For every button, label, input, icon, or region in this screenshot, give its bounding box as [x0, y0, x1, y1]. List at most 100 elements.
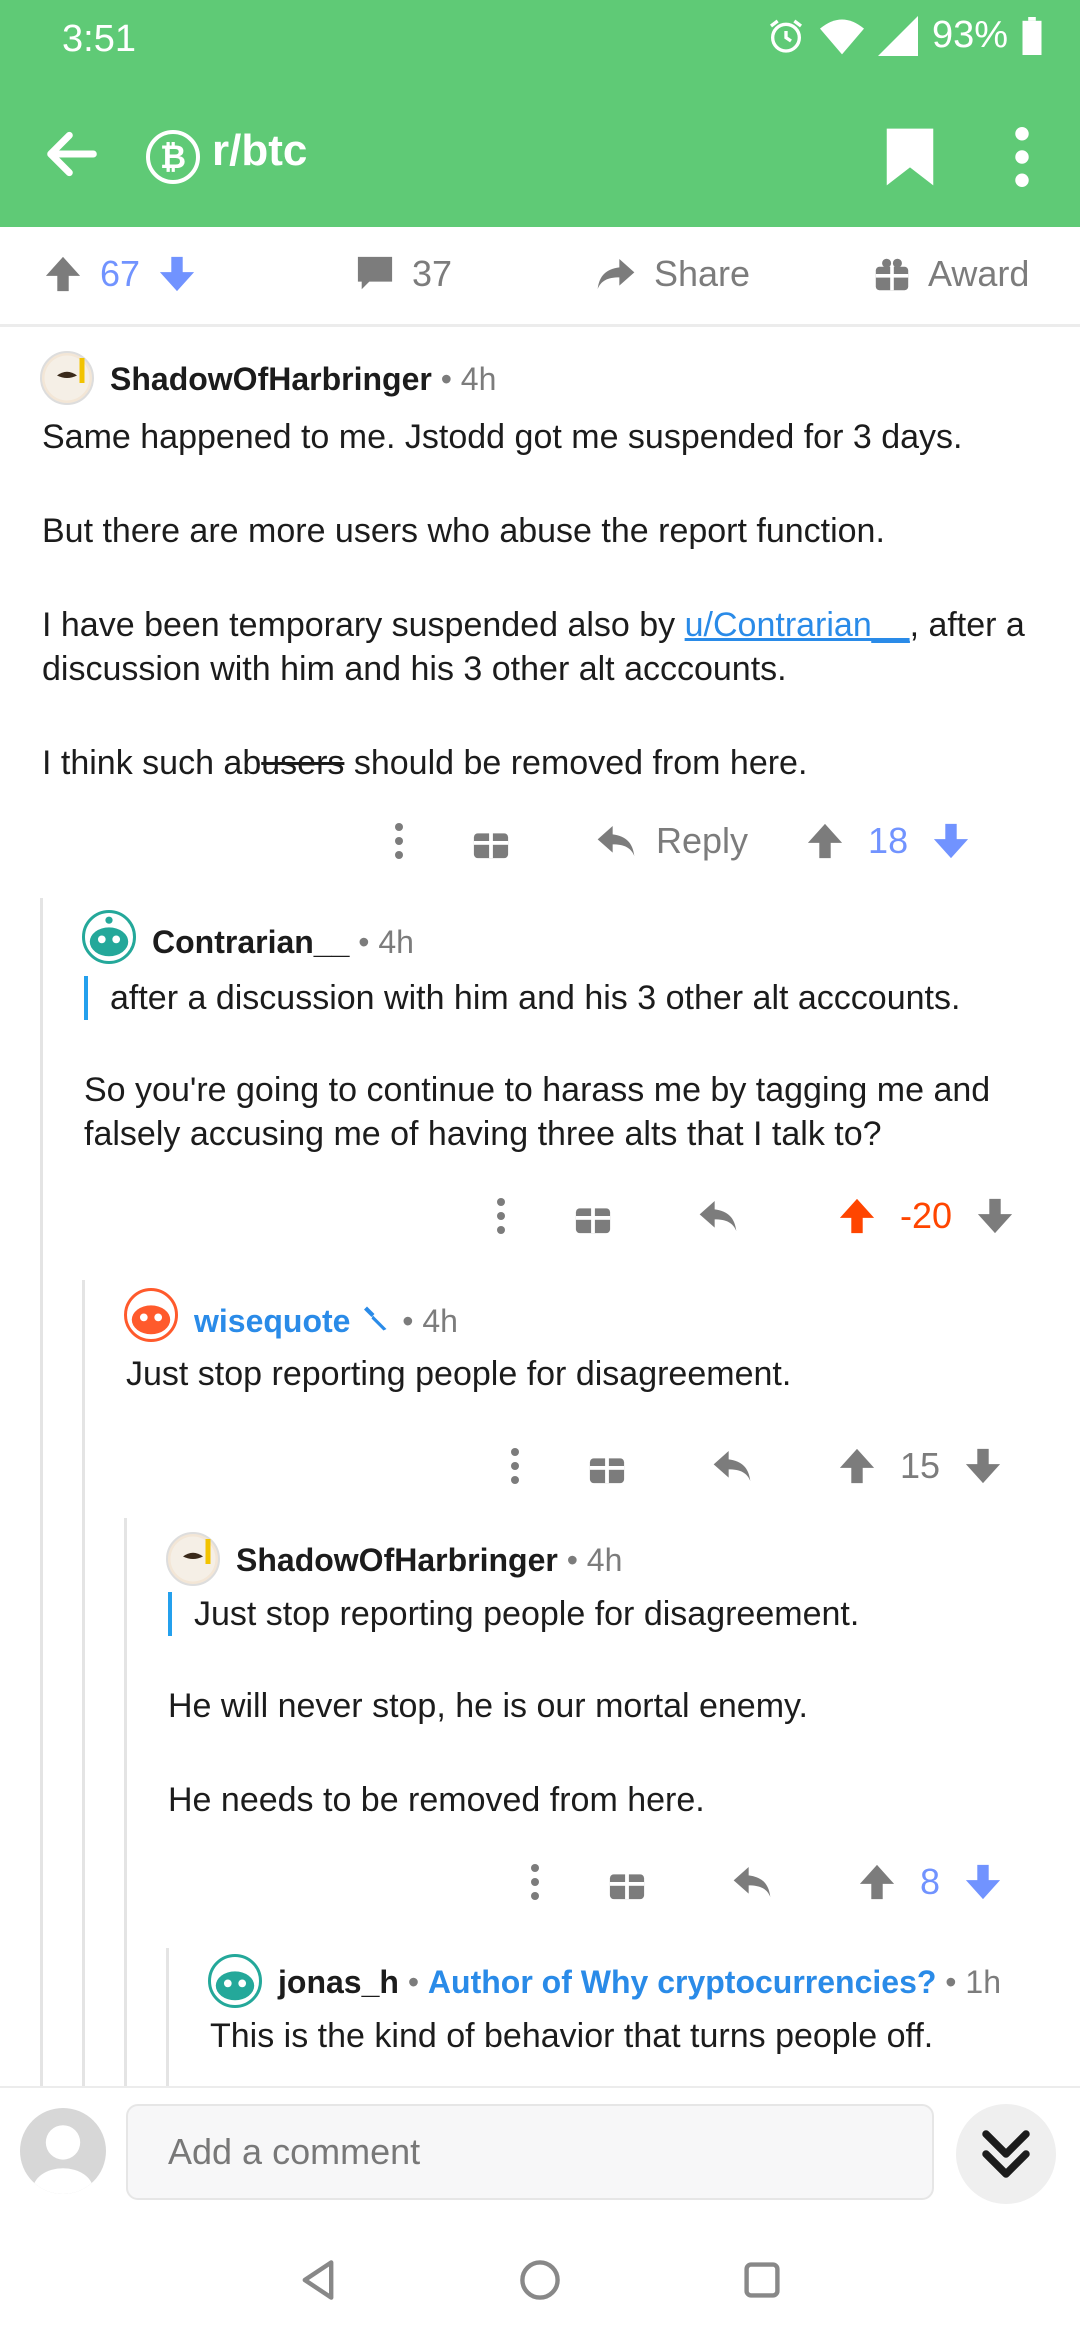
comment: Contrarian__ • 4h after a discussion wit…	[0, 890, 1080, 1260]
subreddit-name[interactable]: r/btc	[212, 126, 307, 176]
comment-time: 1h	[965, 1964, 1001, 2000]
upvote-icon[interactable]	[806, 821, 844, 861]
comment-score: -20	[900, 1195, 953, 1236]
comment-paragraph: But there are more users who abuse the r…	[42, 512, 885, 550]
comment-actions: 8	[530, 1852, 1046, 1912]
comment-author-moderator[interactable]: wisequote	[194, 1303, 350, 1339]
avatar[interactable]	[166, 1532, 220, 1586]
reply-icon[interactable]	[596, 823, 636, 859]
avatar[interactable]	[82, 910, 136, 964]
comment: jonas_h • Author of Why cryptocurrencies…	[0, 1948, 1080, 2086]
comment-meta: ShadowOfHarbringer • 4h	[236, 1542, 623, 1578]
comment-paragraph: He needs to be removed from here.	[168, 1781, 705, 1819]
user-flair: Author of Why cryptocurrencies?	[427, 1964, 937, 2000]
nav-recents-icon[interactable]	[740, 2258, 784, 2302]
comment-paragraph: Same happened to me. Jstodd got me suspe…	[42, 418, 963, 456]
comment-meta: wisequote • 4h	[194, 1303, 458, 1339]
nav-home-icon[interactable]	[518, 2258, 562, 2302]
comment-body: after a discussion with him and his 3 ot…	[84, 976, 1054, 1156]
comment-body: Just stop reporting people for disagreem…	[168, 1592, 1048, 1822]
downvote-icon[interactable]	[964, 1446, 1002, 1486]
comment-time: 4h	[422, 1303, 458, 1339]
comment-meta: jonas_h • Author of Why cryptocurrencies…	[278, 1964, 1001, 2000]
comment-author[interactable]: jonas_h	[278, 1964, 399, 2000]
upvote-icon[interactable]	[838, 1446, 876, 1486]
comment-paragraph: He will never stop, he is our mortal ene…	[168, 1687, 808, 1725]
comment-author[interactable]: ShadowOfHarbringer	[110, 361, 432, 397]
downvote-icon[interactable]	[964, 1862, 1002, 1902]
wifi-icon	[819, 19, 864, 54]
snoo-avatar-icon	[89, 916, 129, 957]
comment-meta: Contrarian__ • 4h	[152, 924, 414, 960]
avatar-face-icon	[44, 355, 90, 401]
comment-paragraph: This is the kind of behavior that turns …	[210, 2017, 934, 2055]
user-silhouette-icon	[32, 2125, 94, 2194]
battery-percent: 93%	[931, 14, 1008, 56]
avatar[interactable]	[208, 1954, 262, 2008]
comment: ShadowOfHarbringer • 4h Same happened to…	[0, 327, 1080, 887]
status-time: 3:51	[62, 18, 136, 60]
comment-paragraph: So you're going to continue to harass me…	[84, 1071, 991, 1153]
nav-back-icon[interactable]	[296, 2258, 340, 2302]
comment-time: 4h	[378, 924, 414, 960]
reply-label[interactable]: Reply	[656, 820, 748, 862]
comment-body: Same happened to me. Jstodd got me suspe…	[42, 415, 1052, 785]
comment-paragraph: I think such abusers should be removed f…	[42, 741, 1052, 785]
downvote-icon[interactable]	[932, 821, 970, 861]
more-options-icon[interactable]	[530, 1862, 540, 1902]
comment-score: 18	[868, 820, 909, 861]
post-action-bar: 67 37 Share Award	[0, 227, 1080, 327]
comment-actions: Reply 18	[394, 811, 1044, 871]
avatar[interactable]	[40, 351, 94, 405]
bitcoin-icon[interactable]: ₿	[146, 130, 200, 184]
downvote-icon[interactable]	[976, 1196, 1014, 1236]
back-arrow-icon[interactable]	[40, 122, 104, 186]
avatar[interactable]	[124, 1288, 178, 1342]
quoted-text: Just stop reporting people for disagreem…	[168, 1592, 1048, 1636]
more-options-icon[interactable]	[510, 1446, 520, 1486]
comment-composer: Add a comment	[0, 2086, 1080, 2218]
bookmark-icon[interactable]	[884, 126, 936, 188]
comments-button[interactable]: 37	[356, 253, 452, 295]
reply-icon[interactable]	[698, 1198, 738, 1234]
upvote-icon[interactable]	[44, 254, 82, 294]
more-options-icon[interactable]	[496, 1196, 506, 1236]
more-options-icon[interactable]	[1010, 126, 1034, 188]
battery-icon	[1022, 16, 1042, 55]
award-label: Award	[928, 253, 1030, 294]
text-span: I think such ab	[42, 744, 262, 782]
award-icon[interactable]	[472, 822, 510, 860]
add-comment-input[interactable]: Add a comment	[126, 2104, 934, 2200]
downvote-icon[interactable]	[158, 254, 196, 294]
comment-score: 15	[900, 1445, 941, 1486]
comment-body: Just stop reporting people for disagreem…	[126, 1352, 1046, 1396]
status-icons: 93%	[766, 14, 1042, 57]
reply-icon[interactable]	[732, 1864, 772, 1900]
more-options-icon[interactable]	[394, 821, 404, 861]
gift-icon	[875, 258, 909, 291]
moderator-icon	[364, 1306, 387, 1331]
award-icon[interactable]	[574, 1197, 612, 1235]
quoted-text: after a discussion with him and his 3 ot…	[84, 976, 1054, 1020]
comment-time: 4h	[586, 1542, 623, 1578]
user-mention-link[interactable]: u/Contrarian__	[685, 606, 910, 644]
upvote-icon[interactable]	[838, 1196, 876, 1236]
upvote-icon[interactable]	[858, 1862, 896, 1902]
avatar-face-icon	[170, 1536, 216, 1582]
text-span: I have been temporary suspended also by	[42, 606, 685, 644]
award-button[interactable]: Award	[874, 253, 1029, 295]
comment-body: This is the kind of behavior that turns …	[210, 2014, 1060, 2058]
user-avatar[interactable]	[20, 2108, 106, 2194]
comment-actions: -20	[496, 1186, 1046, 1246]
toolbar: ₿ r/btc	[0, 100, 1080, 210]
comment-author[interactable]: Contrarian__	[152, 924, 349, 960]
comment-paragraph: Just stop reporting people for disagreem…	[126, 1355, 792, 1393]
award-icon[interactable]	[588, 1447, 626, 1485]
award-icon[interactable]	[608, 1863, 646, 1901]
comment-meta: ShadowOfHarbringer • 4h	[110, 361, 497, 397]
comment-author[interactable]: ShadowOfHarbringer	[236, 1542, 558, 1578]
scroll-next-button[interactable]	[956, 2104, 1056, 2204]
comment-score: 8	[920, 1861, 941, 1902]
share-button[interactable]: Share	[596, 253, 750, 295]
reply-icon[interactable]	[712, 1448, 752, 1484]
